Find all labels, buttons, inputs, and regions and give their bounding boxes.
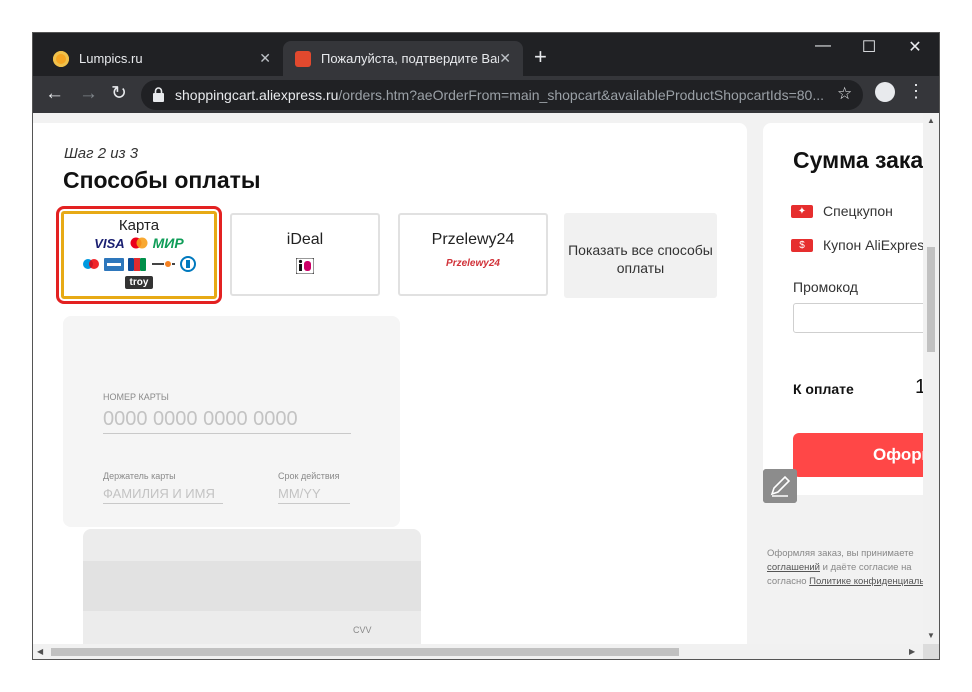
maestro-logo-icon (83, 259, 99, 269)
page-viewport: Шаг 2 из 3 Способы оплаты Карта VISA МИР (33, 113, 923, 644)
reload-icon[interactable]: ↻ (111, 82, 127, 106)
aliexpress-favicon-icon (295, 50, 311, 67)
payment-method-ideal[interactable]: iDeal (230, 213, 380, 296)
horizontal-scroll-thumb[interactable] (51, 648, 679, 656)
back-icon[interactable]: ← (45, 82, 64, 106)
cvv-label: CVV (353, 625, 372, 635)
new-tab-button[interactable]: + (534, 46, 547, 68)
browser-window: Lumpics.ru ✕ Пожалуйста, подтвердите Ваш… (33, 33, 939, 659)
step-indicator: Шаг 2 из 3 (64, 145, 139, 162)
forward-icon[interactable]: → (79, 82, 98, 106)
payment-method-card[interactable]: Карта VISA МИР troy (56, 206, 222, 304)
summary-title: Сумма заказа (793, 147, 923, 173)
przelewy24-logo-icon: Przelewy24 (446, 258, 500, 269)
tab-close-icon[interactable]: ✕ (259, 50, 271, 67)
vertical-scrollbar[interactable]: ▲ ▼ (923, 113, 939, 644)
minimize-button[interactable]: — (801, 37, 845, 55)
troy-logo-icon: troy (124, 276, 154, 289)
promo-code-input[interactable] (793, 303, 923, 333)
lumpics-favicon-icon (53, 50, 69, 67)
scroll-left-icon[interactable]: ◀ (37, 647, 43, 656)
scroll-right-icon[interactable]: ▶ (909, 647, 915, 656)
agreements-link[interactable]: соглашений (767, 562, 820, 573)
amex-logo-icon (104, 257, 124, 271)
profile-avatar-icon[interactable] (875, 82, 895, 102)
magnetic-stripe (83, 561, 421, 611)
method-label: Przelewy24 (431, 231, 515, 248)
menu-icon[interactable]: ⋮ (907, 82, 925, 100)
tab-title: Пожалуйста, подтвердите Ваш заказ (321, 51, 499, 66)
coupon-icon: ✦ (791, 204, 813, 218)
tab-close-icon[interactable]: ✕ (499, 50, 511, 67)
method-label: Карта (118, 217, 160, 234)
close-window-button[interactable]: ✕ (893, 37, 937, 57)
tab-aliexpress[interactable]: Пожалуйста, подтвердите Ваш заказ ✕ (283, 41, 523, 76)
aliexpress-coupon-row[interactable]: $ Купон AliExpress (791, 237, 923, 253)
url-host: shoppingcart.aliexpress.ru (175, 87, 339, 103)
bookmark-star-icon[interactable]: ☆ (837, 84, 852, 104)
url-text: shoppingcart.aliexpress.ru/orders.htm?ae… (175, 87, 824, 103)
vertical-scroll-thumb[interactable] (927, 247, 935, 352)
card-front-form: НОМЕР КАРТЫ 0000 0000 0000 0000 Держател… (63, 316, 400, 527)
card-holder-input[interactable]: ФАМИЛИЯ И ИМЯ (103, 486, 223, 504)
tab-title: Lumpics.ru (79, 51, 143, 66)
scroll-up-icon[interactable]: ▲ (927, 116, 935, 125)
coupon-label: Спецкупон (823, 203, 893, 219)
tab-strip: Lumpics.ru ✕ Пожалуйста, подтвердите Ваш… (33, 33, 939, 76)
legal-notice: Оформляя заказ, вы принимаете соглашений… (767, 547, 923, 589)
scroll-down-icon[interactable]: ▼ (927, 631, 935, 640)
card-number-label: НОМЕР КАРТЫ (103, 392, 169, 402)
browser-toolbar: ← → ↻ shoppingcart.aliexpress.ru/orders.… (33, 76, 939, 113)
mir-logo-icon: МИР (152, 235, 184, 251)
diners-logo-icon (180, 256, 196, 272)
total-value: 1 (915, 376, 923, 398)
card-number-input[interactable]: 0000 0000 0000 0000 (103, 408, 351, 434)
scrollbar-corner (923, 644, 939, 659)
legal-line: согласно (767, 576, 810, 587)
tab-lumpics[interactable]: Lumpics.ru ✕ (41, 41, 283, 76)
show-all-methods-button[interactable]: Показать все способы оплаты (564, 213, 717, 298)
edit-pencil-icon[interactable] (763, 469, 797, 503)
visa-logo-icon: VISA (94, 235, 125, 251)
order-summary-panel: Сумма заказа ✦ Спецкупон $ Купон AliExpr… (763, 123, 923, 495)
expiry-input[interactable]: ММ/YY (278, 486, 350, 504)
address-bar[interactable]: shoppingcart.aliexpress.ru/orders.htm?ae… (141, 80, 863, 110)
mastercard-logo-icon (130, 237, 148, 249)
special-coupon-row[interactable]: ✦ Спецкупон (791, 203, 893, 219)
privacy-policy-link[interactable]: Политике конфиденциальности (809, 576, 923, 587)
horizontal-scrollbar[interactable]: ◀ ▶ (33, 644, 923, 659)
promo-label: Промокод (793, 279, 858, 295)
url-path: /orders.htm?aeOrderFrom=main_shopcart&av… (338, 87, 825, 103)
payment-method-przelewy24[interactable]: Przelewy24 Przelewy24 (398, 213, 548, 296)
card-holder-label: Держатель карты (103, 471, 176, 481)
lock-icon (153, 87, 164, 102)
expiry-label: Срок действия (278, 471, 340, 481)
page-title: Способы оплаты (63, 167, 261, 193)
discover-logo-icon (150, 259, 176, 269)
card-back-preview: CVV 000 (83, 529, 421, 644)
legal-line: и даёте согласие на (820, 562, 912, 573)
ideal-logo-icon (295, 257, 315, 275)
jcb-logo-icon (128, 257, 146, 271)
payment-card-panel: Шаг 2 из 3 Способы оплаты Карта VISA МИР (33, 123, 747, 644)
legal-line: Оформляя заказ, вы принимаете (767, 548, 914, 559)
total-label: К оплате (793, 381, 854, 397)
maximize-button[interactable]: ☐ (847, 37, 891, 57)
method-label: iDeal (286, 231, 324, 248)
coupon-label: Купон AliExpress (823, 237, 923, 253)
coupon-dollar-icon: $ (791, 238, 813, 252)
checkout-button[interactable]: Оформить заказ (793, 433, 923, 477)
